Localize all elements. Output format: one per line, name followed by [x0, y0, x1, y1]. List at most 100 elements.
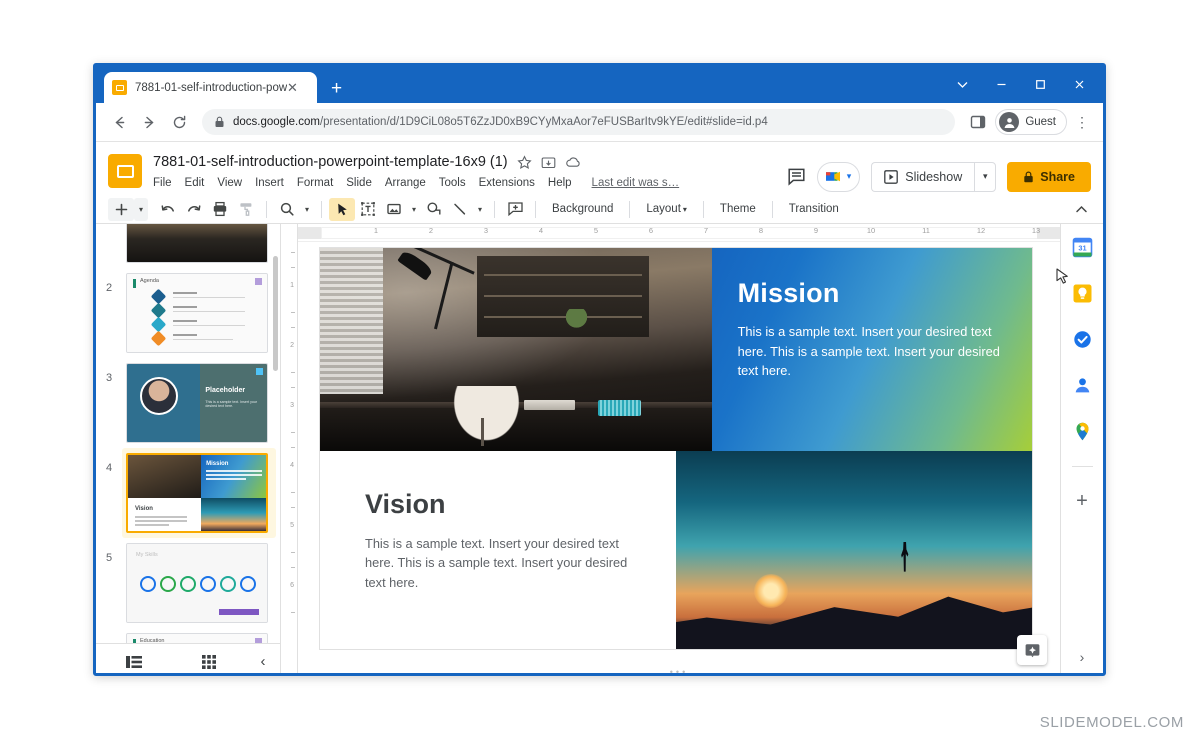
office-photo[interactable] — [320, 248, 712, 451]
menu-help[interactable]: Help — [548, 177, 572, 189]
slide-thumbnail-2[interactable]: Agenda — [126, 273, 268, 353]
star-icon[interactable] — [517, 155, 532, 170]
slide-thumbnail-5[interactable]: My Skills — [126, 543, 268, 623]
vruler-tick: 3 — [290, 402, 294, 409]
list-item[interactable]: 2 Agenda — [96, 268, 280, 358]
slide-editor-canvas[interactable]: Mission This is a sample text. Insert yo… — [320, 248, 1032, 649]
play-icon — [884, 170, 898, 184]
slideshow-button[interactable]: Slideshow — [871, 162, 974, 192]
menu-edit[interactable]: Edit — [185, 177, 205, 189]
google-tasks-icon[interactable] — [1071, 328, 1093, 350]
chevron-down-icon[interactable] — [943, 66, 982, 103]
profile-chip[interactable]: Guest — [995, 109, 1067, 135]
expand-rail-icon[interactable]: › — [1080, 649, 1085, 665]
slide-filmstrip[interactable]: 1 2 Agenda — [96, 224, 281, 676]
document-title[interactable]: 7881-01-self-introduction-powerpoint-tem… — [153, 154, 508, 170]
filmstrip-scrollbar[interactable] — [273, 256, 278, 371]
close-icon[interactable]: ✕ — [287, 81, 298, 94]
last-edit-status[interactable]: Last edit was s… — [592, 177, 680, 189]
menu-view[interactable]: View — [217, 177, 242, 189]
slide-thumbnail-4[interactable]: Mission Vision — [126, 453, 268, 533]
print-icon[interactable] — [207, 198, 233, 221]
google-maps-icon[interactable] — [1071, 420, 1093, 442]
side-panel-icon[interactable] — [965, 109, 991, 135]
share-label: Share — [1040, 170, 1075, 184]
canvas-area[interactable]: Mission This is a sample text. Insert yo… — [298, 242, 1060, 676]
new-slide-button[interactable] — [108, 198, 134, 221]
reload-icon[interactable] — [166, 109, 192, 135]
google-meet-icon[interactable]: ▾ — [817, 162, 861, 192]
shape-icon[interactable] — [421, 198, 447, 221]
thumb-wrap[interactable]: My Skills — [122, 538, 276, 628]
address-bar[interactable]: docs.google.com/presentation/d/1D9CiL08o… — [202, 109, 955, 135]
list-item[interactable]: 3 Placeholder This is a sample text. Ins… — [96, 358, 280, 448]
layout-caret-icon[interactable]: ▾ — [683, 205, 696, 214]
comment-icon[interactable] — [787, 167, 806, 186]
vision-panel[interactable]: Vision This is a sample text. Insert you… — [320, 451, 712, 649]
google-keep-icon[interactable] — [1071, 282, 1093, 304]
slide-thumbnail-3[interactable]: Placeholder This is a sample text. Inser… — [126, 363, 268, 443]
slideshow-caret-icon[interactable]: ▾ — [974, 162, 996, 192]
slides-logo-icon[interactable] — [108, 154, 142, 188]
minimize-button[interactable] — [982, 66, 1021, 103]
image-icon[interactable] — [381, 198, 407, 221]
browser-menu-icon[interactable]: ⋮ — [1071, 109, 1093, 135]
thumb-wrap[interactable] — [122, 224, 276, 268]
collapse-filmstrip-icon[interactable]: ‹ — [246, 653, 280, 670]
chevron-up-icon[interactable] — [1074, 202, 1089, 217]
zoom-icon[interactable] — [274, 198, 300, 221]
thumb-wrap-selected[interactable]: Mission Vision — [122, 448, 276, 538]
image-caret-icon[interactable]: ▾ — [407, 198, 421, 221]
move-to-folder-icon[interactable] — [541, 155, 556, 170]
line-icon[interactable] — [447, 198, 473, 221]
layout-button[interactable]: Layout — [637, 203, 683, 215]
thumb-wrap[interactable]: Agenda — [122, 268, 276, 358]
explore-button[interactable] — [1017, 635, 1047, 665]
speaker-notes-icon[interactable] — [96, 654, 171, 670]
paint-format-icon[interactable] — [233, 198, 259, 221]
thumb-wrap[interactable]: Placeholder This is a sample text. Inser… — [122, 358, 276, 448]
cloud-status-icon[interactable] — [565, 155, 582, 170]
menu-file[interactable]: File — [153, 177, 172, 189]
thumb-subtitle: This is a sample text. Insert your desir… — [205, 400, 258, 408]
add-comment-icon[interactable] — [502, 198, 528, 221]
menu-insert[interactable]: Insert — [255, 177, 284, 189]
browser-toolbar: docs.google.com/presentation/d/1D9CiL08o… — [96, 103, 1103, 142]
window-close-button[interactable] — [1060, 66, 1099, 103]
menu-slide[interactable]: Slide — [346, 177, 372, 189]
redo-icon[interactable] — [181, 198, 207, 221]
list-item[interactable]: 4 Mission Vision — [96, 448, 280, 538]
forward-icon[interactable] — [136, 109, 162, 135]
background-button[interactable]: Background — [543, 203, 622, 215]
menu-arrange[interactable]: Arrange — [385, 177, 426, 189]
text-box-icon[interactable] — [355, 198, 381, 221]
back-icon[interactable] — [106, 109, 132, 135]
thumb-ring — [220, 576, 236, 592]
new-tab-button[interactable]: + — [331, 79, 342, 98]
list-item[interactable]: 5 My Skills — [96, 538, 280, 628]
share-button[interactable]: Share — [1007, 162, 1091, 192]
mission-panel[interactable]: Mission This is a sample text. Insert yo… — [712, 248, 1032, 451]
menu-format[interactable]: Format — [297, 177, 333, 189]
google-contacts-icon[interactable] — [1071, 374, 1093, 396]
add-app-button[interactable]: + — [1076, 491, 1088, 511]
line-caret-icon[interactable]: ▾ — [473, 198, 487, 221]
menu-extensions[interactable]: Extensions — [479, 177, 535, 189]
list-item[interactable]: 1 — [96, 224, 280, 268]
grid-view-icon[interactable] — [171, 654, 246, 670]
transition-button[interactable]: Transition — [780, 203, 848, 215]
maximize-button[interactable] — [1021, 66, 1060, 103]
google-calendar-icon[interactable]: 31 — [1071, 236, 1093, 258]
toolbar-divider-5 — [629, 201, 630, 218]
theme-button[interactable]: Theme — [711, 203, 765, 215]
browser-tab[interactable]: 7881-01-self-introduction-power ✕ — [104, 72, 317, 103]
horizontal-ruler[interactable]: 1 2 3 4 5 6 7 8 9 10 11 12 13 — [298, 224, 1060, 242]
mountain-photo[interactable] — [676, 451, 1032, 649]
undo-icon[interactable] — [155, 198, 181, 221]
new-slide-caret-icon[interactable]: ▾ — [134, 198, 148, 221]
zoom-caret-icon[interactable]: ▾ — [300, 198, 314, 221]
slide-thumbnail-1[interactable] — [126, 224, 268, 263]
menu-tools[interactable]: Tools — [439, 177, 466, 189]
vruler-minor-tick — [291, 387, 295, 388]
select-tool-icon[interactable] — [329, 198, 355, 221]
